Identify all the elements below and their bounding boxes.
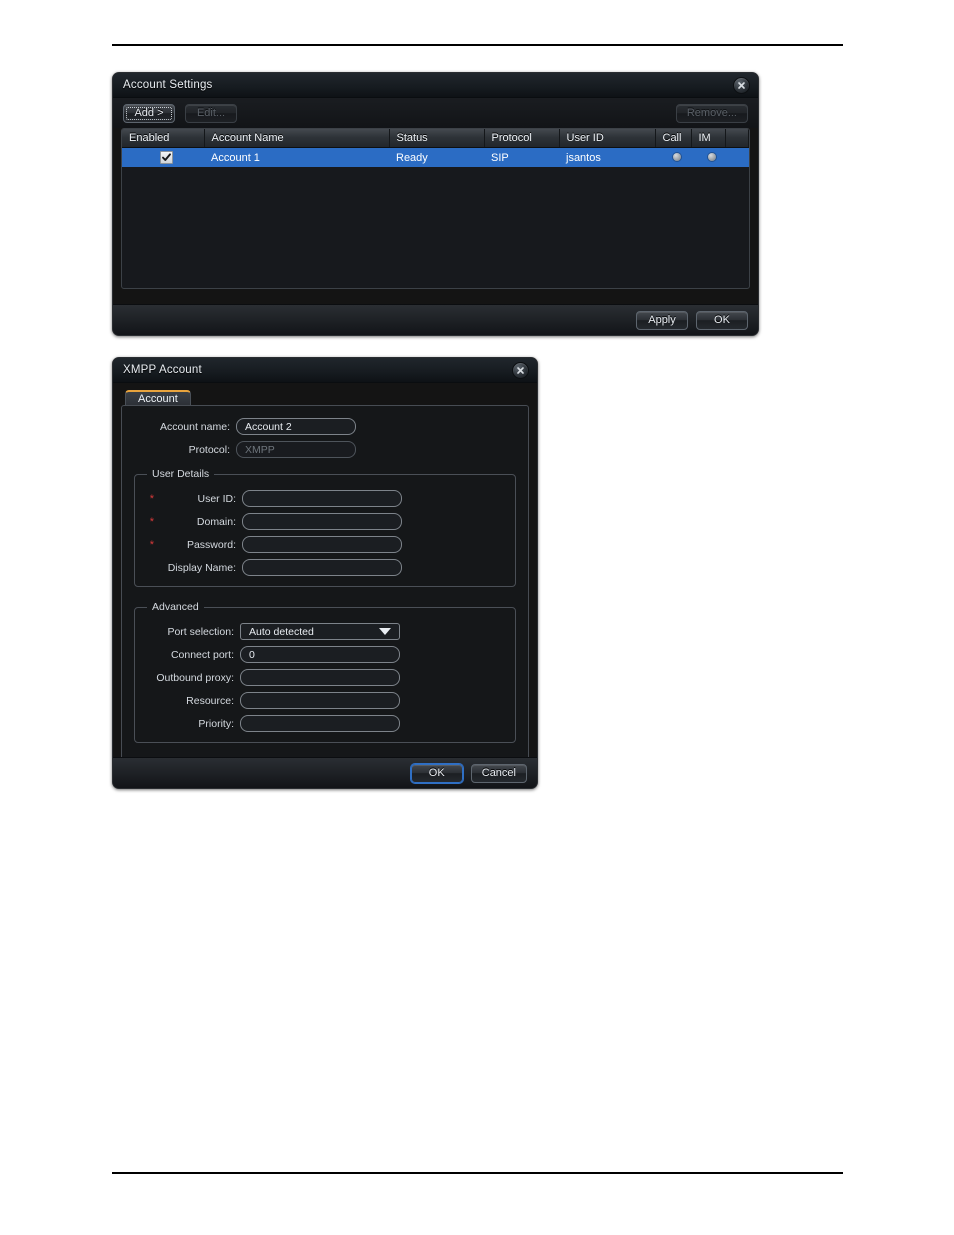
protocol-row: Protocol: XMPP (122, 441, 528, 458)
account-settings-titlebar[interactable]: Account Settings (113, 73, 758, 98)
protocol-label: Protocol: (188, 443, 230, 456)
chevron-down-icon (379, 628, 391, 635)
page-header-rule (112, 44, 843, 46)
user-id-field[interactable] (242, 490, 402, 507)
table-header-row: Enabled Account Name Status Protocol Use… (122, 129, 749, 148)
password-field[interactable] (242, 536, 402, 553)
row-protocol: SIP (484, 147, 559, 167)
column-header-user-id[interactable]: User ID (559, 129, 656, 148)
close-icon[interactable] (512, 362, 529, 379)
column-header-enabled[interactable]: Enabled (122, 129, 205, 148)
resource-row: Resource: (145, 692, 505, 709)
add-account-button[interactable]: Add > (123, 103, 175, 123)
display-name-row: Display Name: (145, 559, 505, 576)
connect-port-label: Connect port: (170, 648, 234, 661)
edit-account-button[interactable]: Edit... (185, 103, 237, 123)
account-settings-footer: Apply OK (113, 304, 758, 335)
column-header-im[interactable]: IM (691, 129, 726, 148)
ok-button[interactable]: OK (410, 763, 463, 783)
domain-field[interactable] (242, 513, 402, 530)
account-name-field[interactable]: Account 2 (236, 418, 356, 435)
domain-label: Domain: (196, 515, 236, 528)
user-id-row: * User ID: (145, 490, 505, 507)
row-spacer-cell (725, 147, 749, 167)
required-star-icon: * (149, 492, 154, 505)
xmpp-tabstrip: Account (113, 383, 537, 407)
row-status: Ready (389, 147, 484, 167)
ok-button[interactable]: OK (696, 310, 748, 330)
xmpp-account-titlebar[interactable]: XMPP Account (113, 358, 537, 383)
xmpp-account-dialog: XMPP Account Account Account name: Accou… (112, 357, 538, 789)
connect-port-field[interactable]: 0 (240, 646, 400, 663)
account-settings-toolbar: Add > Edit... Remove... (113, 98, 758, 128)
priority-row: Priority: (145, 715, 505, 732)
tab-account[interactable]: Account (125, 389, 191, 407)
xmpp-account-footer: OK Cancel (113, 757, 537, 788)
resource-field[interactable] (240, 692, 400, 709)
cancel-button[interactable]: Cancel (470, 763, 527, 783)
column-header-call[interactable]: Call (655, 129, 692, 148)
priority-label: Priority: (198, 717, 234, 730)
outbound-proxy-row: Outbound proxy: (145, 669, 505, 686)
accounts-table: Enabled Account Name Status Protocol Use… (122, 129, 749, 167)
required-star-icon: * (149, 515, 154, 528)
user-id-label: User ID: (197, 492, 236, 505)
column-header-status[interactable]: Status (389, 129, 485, 148)
display-name-label: Display Name: (167, 561, 236, 574)
table-row[interactable]: Account 1 Ready SIP jsantos (122, 147, 749, 167)
page-footer-rule (112, 1172, 843, 1174)
close-icon[interactable] (733, 77, 750, 94)
account-name-row: Account name: Account 2 (122, 418, 528, 435)
column-header-account-name[interactable]: Account Name (204, 129, 390, 148)
row-call-cell (655, 147, 691, 167)
password-label: Password: (186, 538, 236, 551)
outbound-proxy-label: Outbound proxy: (156, 671, 234, 684)
required-star-icon: * (149, 538, 154, 551)
outbound-proxy-field[interactable] (240, 669, 400, 686)
port-selection-value: Auto detected (249, 625, 314, 638)
password-row: * Password: (145, 536, 505, 553)
account-settings-title: Account Settings (123, 79, 213, 91)
account-settings-dialog: Account Settings Add > Edit... Remove...… (112, 72, 759, 336)
row-enabled-cell (122, 147, 204, 167)
column-header-protocol[interactable]: Protocol (484, 129, 560, 148)
call-status-dot-icon (672, 152, 681, 161)
port-selection-dropdown[interactable]: Auto detected (240, 623, 400, 640)
im-status-dot-icon (707, 152, 716, 161)
row-account-name: Account 1 (204, 147, 389, 167)
apply-button[interactable]: Apply (636, 310, 688, 330)
advanced-group: Advanced Port selection: Auto detected C… (134, 601, 516, 743)
accounts-list[interactable]: Enabled Account Name Status Protocol Use… (121, 128, 750, 289)
enabled-checkbox[interactable] (160, 151, 173, 164)
protocol-field: XMPP (236, 441, 356, 458)
display-name-field[interactable] (242, 559, 402, 576)
port-selection-row: Port selection: Auto detected (145, 623, 505, 640)
priority-field[interactable] (240, 715, 400, 732)
xmpp-account-title: XMPP Account (123, 364, 202, 376)
row-im-cell (691, 147, 725, 167)
resource-label: Resource: (186, 694, 234, 707)
row-user-id: jsantos (559, 147, 655, 167)
advanced-legend: Advanced (152, 601, 199, 613)
column-header-spacer[interactable] (725, 129, 749, 148)
account-name-label: Account name: (159, 420, 230, 433)
xmpp-account-panel: Account name: Account 2 Protocol: XMPP U… (121, 405, 529, 760)
connect-port-row: Connect port: 0 (145, 646, 505, 663)
port-selection-label: Port selection: (167, 625, 234, 638)
domain-row: * Domain: (145, 513, 505, 530)
remove-account-button[interactable]: Remove... (675, 103, 748, 123)
user-details-group: User Details * User ID: * Domain: * Pass… (134, 468, 516, 587)
user-details-legend: User Details (152, 468, 210, 480)
